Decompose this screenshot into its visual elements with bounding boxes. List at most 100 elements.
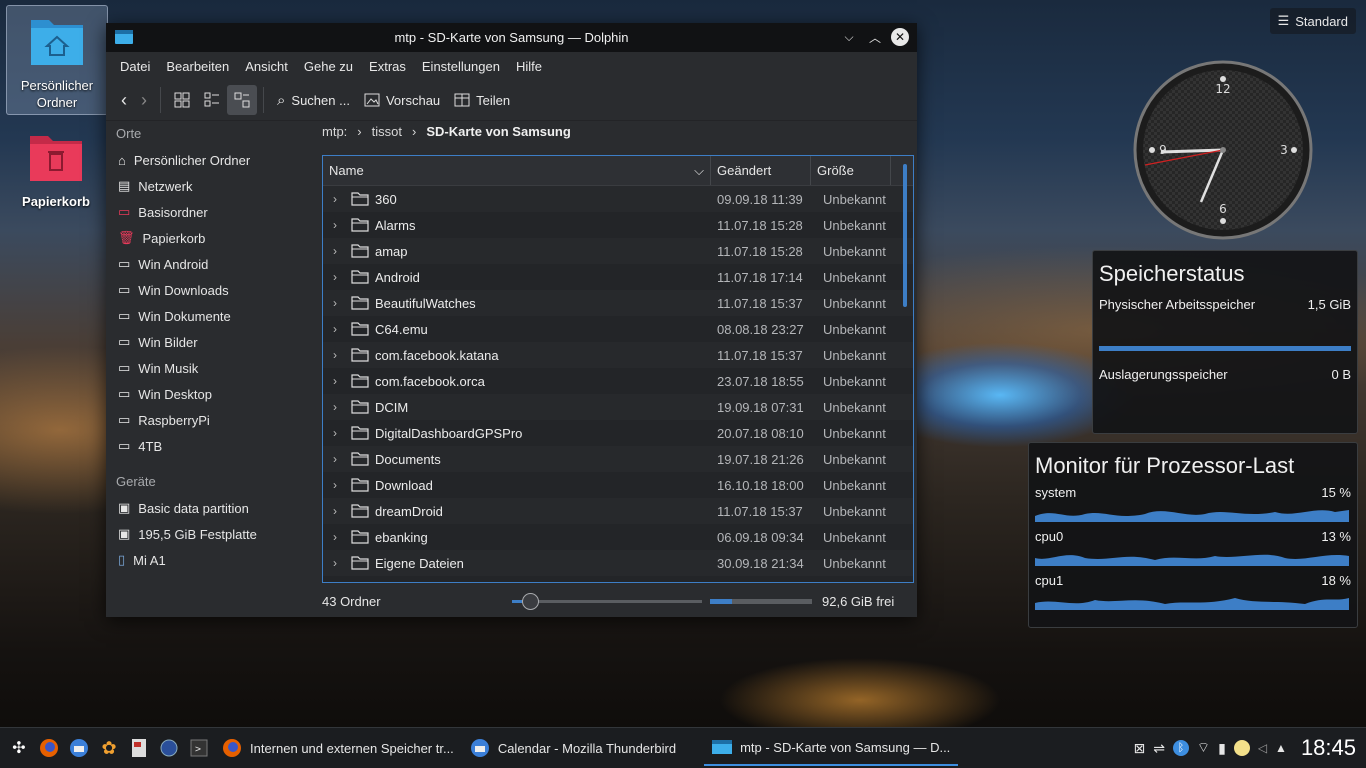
place-raspberrypi[interactable]: ▭ RaspberryPi: [106, 407, 306, 433]
file-row[interactable]: › Download 16.10.18 18:00 Unbekannt: [323, 472, 913, 498]
task-label: Calendar - Mozilla Thunderbird: [497, 740, 677, 756]
place-win-dokumente[interactable]: ▭ Win Dokumente: [106, 303, 306, 329]
clipboard-icon[interactable]: ▮: [1218, 740, 1226, 757]
file-row[interactable]: › Documents 19.07.18 21:26 Unbekannt: [323, 446, 913, 472]
file-row[interactable]: › 360 09.09.18 11:39 Unbekannt: [323, 186, 913, 212]
desktop-icon-home[interactable]: Persönlicher Ordner: [6, 5, 108, 115]
menu-datei[interactable]: Datei: [112, 59, 158, 74]
place-win-bilder[interactable]: ▭ Win Bilder: [106, 329, 306, 355]
column-name[interactable]: Name ⌵: [323, 156, 711, 185]
place-win-android[interactable]: ▭ Win Android: [106, 251, 306, 277]
file-row[interactable]: › com.facebook.katana 11.07.18 15:37 Unbeka…: [323, 342, 913, 368]
task-dolphin[interactable]: mtp - SD-Karte von Samsung — D...: [704, 730, 959, 766]
expand-chevron-icon[interactable]: ›: [333, 244, 345, 258]
titlebar[interactable]: mtp - SD-Karte von Samsung — Dolphin ⌵ ︿…: [106, 23, 917, 52]
expand-chevron-icon[interactable]: ›: [333, 452, 345, 466]
crumb-mtp[interactable]: mtp:: [322, 124, 347, 139]
place-win-musik[interactable]: ▭ Win Musik: [106, 355, 306, 381]
bluetooth-icon[interactable]: ᛒ: [1172, 740, 1189, 756]
file-name-cell: › BeautifulWatches: [323, 296, 711, 311]
desktop-toolbox-button[interactable]: ☰ Standard: [1269, 8, 1356, 34]
clock[interactable]: 18:45: [1301, 735, 1356, 761]
file-row[interactable]: › Eigene Dateien 30.09.18 21:34 Unbekannt: [323, 550, 913, 576]
place-4tb[interactable]: ▭ 4TB: [106, 433, 306, 459]
column-modified[interactable]: Geändert: [711, 156, 811, 185]
globe-icon[interactable]: [154, 733, 184, 763]
device-festplatte[interactable]: ▣ 195,5 GiB Festplatte: [106, 521, 306, 547]
usb-icon[interactable]: ⇌: [1153, 740, 1165, 757]
file-row[interactable]: › Alarms 11.07.18 15:28 Unbekannt: [323, 212, 913, 238]
menu-einstellungen[interactable]: Einstellungen: [414, 59, 508, 74]
folder-icon: [351, 374, 369, 388]
file-row[interactable]: › C64.emu 08.08.18 23:27 Unbekannt: [323, 316, 913, 342]
chevron-down-icon[interactable]: ⌵: [839, 27, 859, 47]
crumb-tissot[interactable]: tissot: [372, 124, 402, 139]
place-win-downloads[interactable]: ▭ Win Downloads: [106, 277, 306, 303]
back-button[interactable]: ‹: [114, 85, 134, 115]
icons-view-button[interactable]: [167, 85, 197, 115]
expand-chevron-icon[interactable]: ›: [333, 348, 345, 362]
weather-icon[interactable]: [1233, 740, 1250, 756]
app-launcher-icon[interactable]: ✣: [4, 733, 34, 763]
column-size[interactable]: Größe: [811, 156, 891, 185]
place-win-desktop[interactable]: ▭ Win Desktop: [106, 381, 306, 407]
expand-chevron-icon[interactable]: ›: [333, 400, 345, 414]
close-icon[interactable]: ✕: [891, 28, 909, 46]
expand-chevron-icon[interactable]: ›: [333, 322, 345, 336]
file-row[interactable]: › amap 11.07.18 15:28 Unbekannt: [323, 238, 913, 264]
settings-flower-icon[interactable]: ✿: [94, 733, 124, 763]
maximize-icon[interactable]: ︿: [865, 27, 885, 47]
screenshot-icon[interactable]: ⊠: [1133, 740, 1145, 757]
expand-chevron-icon[interactable]: ›: [333, 218, 345, 232]
compact-view-button[interactable]: [197, 85, 227, 115]
details-view-button[interactable]: [227, 85, 257, 115]
menu-gehe-zu[interactable]: Gehe zu: [296, 59, 361, 74]
zoom-handle[interactable]: [522, 593, 539, 610]
menu-hilfe[interactable]: Hilfe: [508, 59, 550, 74]
zoom-slider[interactable]: [512, 593, 702, 610]
expand-tray-icon[interactable]: ▲: [1275, 741, 1287, 755]
expand-chevron-icon[interactable]: ›: [333, 270, 345, 284]
volume-icon[interactable]: ◁: [1258, 741, 1267, 755]
forward-button[interactable]: ›: [134, 85, 154, 115]
search-button[interactable]: ⌕ Suchen ...: [270, 85, 357, 115]
expand-chevron-icon[interactable]: ›: [333, 192, 345, 206]
file-name: ebanking: [375, 529, 428, 545]
file-row[interactable]: › DCIM 19.09.18 07:31 Unbekannt: [323, 394, 913, 420]
file-row[interactable]: › Android 11.07.18 17:14 Unbekannt: [323, 264, 913, 290]
menu-bearbeiten[interactable]: Bearbeiten: [158, 59, 237, 74]
thunderbird-icon[interactable]: [64, 733, 94, 763]
file-row[interactable]: › BeautifulWatches 11.07.18 15:37 Unbekannt: [323, 290, 913, 316]
file-row[interactable]: › com.facebook.orca 23.07.18 18:55 Unbekann…: [323, 368, 913, 394]
document-viewer-icon[interactable]: [124, 733, 154, 763]
expand-chevron-icon[interactable]: ›: [333, 478, 345, 492]
expand-chevron-icon[interactable]: ›: [333, 374, 345, 388]
expand-chevron-icon[interactable]: ›: [333, 296, 345, 310]
desktop-icon-trash[interactable]: Papierkorb: [6, 130, 106, 220]
task-thunderbird[interactable]: Calendar - Mozilla Thunderbird: [462, 730, 684, 766]
task-firefox[interactable]: Internen und externen Speicher tr...: [214, 730, 462, 766]
wifi-icon[interactable]: ⌔: [1197, 739, 1210, 757]
file-row[interactable]: › ebanking 06.09.18 09:34 Unbekannt: [323, 524, 913, 550]
file-name-cell: › com.facebook.orca: [323, 374, 711, 389]
menu-ansicht[interactable]: Ansicht: [237, 59, 296, 74]
scrollbar[interactable]: [903, 164, 907, 307]
place-trash[interactable]: 🗑 Papierkorb: [106, 225, 306, 251]
expand-chevron-icon[interactable]: ›: [333, 504, 345, 518]
crumb-current[interactable]: SD-Karte von Samsung: [426, 124, 570, 139]
file-row[interactable]: › dreamDroid 11.07.18 15:37 Unbekannt: [323, 498, 913, 524]
file-row[interactable]: › DigitalDashboardGPSPro 20.07.18 08:10 Unb…: [323, 420, 913, 446]
expand-chevron-icon[interactable]: ›: [333, 530, 345, 544]
expand-chevron-icon[interactable]: ›: [333, 556, 345, 570]
place-network[interactable]: ▤ Netzwerk: [106, 173, 306, 199]
split-button[interactable]: Teilen: [447, 85, 517, 115]
expand-chevron-icon[interactable]: ›: [333, 426, 345, 440]
place-root[interactable]: ▭ Basisordner: [106, 199, 306, 225]
device-mi-a1[interactable]: ▯ Mi A1: [106, 547, 306, 573]
terminal-icon[interactable]: >: [184, 733, 214, 763]
device-basic-data-partition[interactable]: ▣ Basic data partition: [106, 495, 306, 521]
preview-button[interactable]: Vorschau: [357, 85, 447, 115]
place-home[interactable]: ⌂ Persönlicher Ordner: [106, 147, 306, 173]
menu-extras[interactable]: Extras: [361, 59, 414, 74]
firefox-icon[interactable]: [34, 733, 64, 763]
